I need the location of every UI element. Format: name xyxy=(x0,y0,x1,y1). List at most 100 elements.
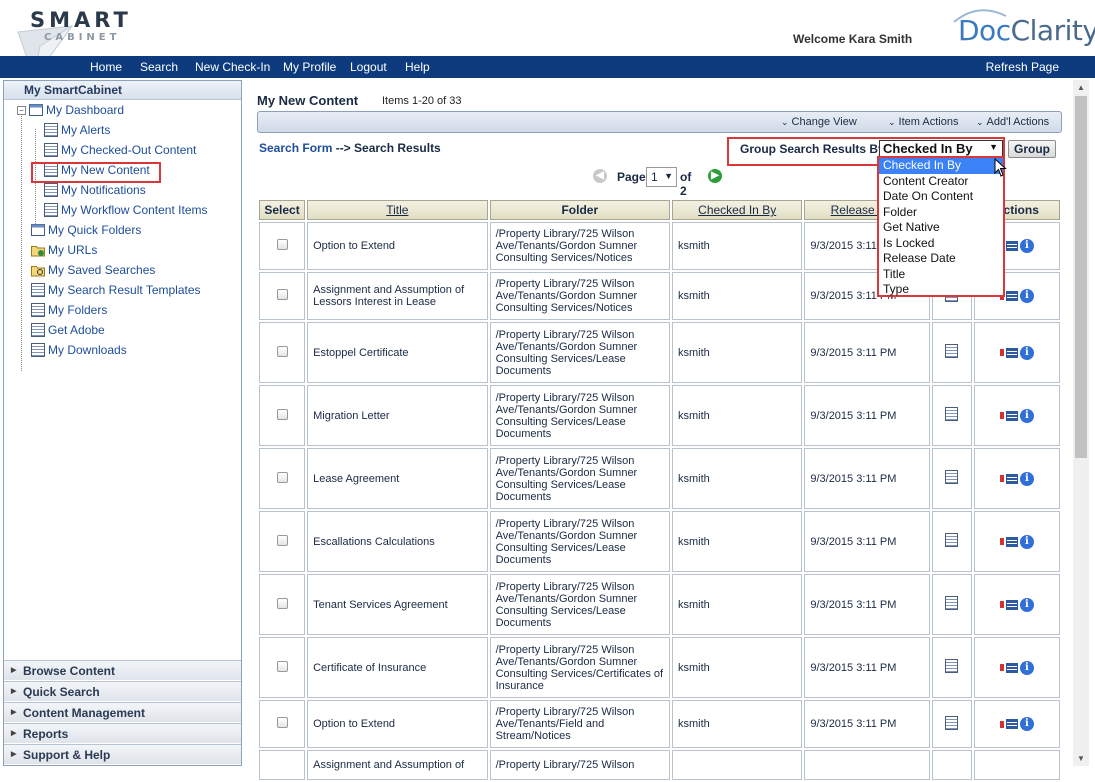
sidebar-item-my-quick-folders[interactable]: My Quick Folders xyxy=(31,221,141,239)
option-title[interactable]: Title xyxy=(879,267,1003,283)
select-checkbox[interactable] xyxy=(276,239,288,250)
select-checkbox[interactable] xyxy=(276,597,288,609)
option-date-on-content[interactable]: Date On Content xyxy=(879,189,1003,205)
scroll-up-icon[interactable]: ▲ xyxy=(1073,80,1089,95)
accordion-reports[interactable]: Reports xyxy=(4,723,241,743)
select-checkbox[interactable] xyxy=(276,289,288,300)
row-title[interactable]: Migration Letter xyxy=(307,385,488,446)
dropdown-arrow-icon: ▼ xyxy=(664,171,673,181)
sidebar-item-my-search-result-templates[interactable]: My Search Result Templates xyxy=(31,281,201,299)
list-icon[interactable] xyxy=(1005,410,1018,421)
row-folder: /Property Library/725 Wilson Ave/Tenants… xyxy=(489,272,671,320)
main-scrollbar[interactable]: ▲ ▼ xyxy=(1073,80,1089,766)
list-icon[interactable] xyxy=(1005,719,1018,729)
group-button[interactable]: Group xyxy=(1008,140,1056,158)
row-release-date: 9/3/2015 3:11 PM xyxy=(804,511,930,572)
group-by-select[interactable]: Checked In By ▼ xyxy=(879,140,1003,157)
info-icon[interactable]: i xyxy=(1019,289,1034,303)
document-icon[interactable] xyxy=(945,715,959,730)
list-icon[interactable] xyxy=(1005,662,1018,673)
row-title[interactable]: Tenant Services Agreement xyxy=(307,574,488,635)
select-checkbox[interactable] xyxy=(276,471,288,483)
column-header-title[interactable]: Title xyxy=(307,200,488,220)
select-checkbox[interactable] xyxy=(276,408,288,420)
nav-logout[interactable]: Logout xyxy=(350,60,387,74)
info-icon[interactable]: i xyxy=(1019,345,1034,360)
accordion-content-management[interactable]: Content Management xyxy=(4,702,241,722)
sidebar-item-get-adobe[interactable]: Get Adobe xyxy=(31,321,105,339)
accordion-support-help[interactable]: Support & Help xyxy=(4,744,241,764)
select-checkbox[interactable] xyxy=(276,660,288,672)
accordion-browse-content[interactable]: Browse Content xyxy=(4,660,241,680)
option-release-date[interactable]: Release Date xyxy=(879,251,1003,267)
info-icon[interactable]: i xyxy=(1019,597,1034,612)
document-icon[interactable] xyxy=(945,533,959,547)
scroll-thumb[interactable] xyxy=(1075,96,1087,458)
row-title[interactable]: Estoppel Certificate xyxy=(307,322,488,383)
document-icon[interactable] xyxy=(945,407,959,421)
document-icon[interactable] xyxy=(945,659,959,673)
sidebar-item-my-downloads[interactable]: My Downloads xyxy=(31,341,127,359)
nav-home[interactable]: Home xyxy=(90,60,122,74)
list-icon[interactable] xyxy=(1005,347,1018,358)
row-title[interactable]: Assignment and Assumption of Lessors Int… xyxy=(307,272,488,320)
sidebar-title: My SmartCabinet xyxy=(4,81,241,100)
list-icon[interactable] xyxy=(1005,473,1018,484)
row-folder: /Property Library/725 Wilson Ave/Tenants… xyxy=(489,322,671,383)
dashboard-icon xyxy=(29,104,43,116)
list-icon[interactable] xyxy=(1005,291,1018,301)
addl-actions-button[interactable]: ⌄ Add'l Actions xyxy=(976,116,1049,128)
sidebar-item-my-urls[interactable]: My URLs xyxy=(31,241,97,259)
nav-help[interactable]: Help xyxy=(405,60,430,74)
collapse-icon[interactable]: − xyxy=(17,105,26,115)
option-content-creator[interactable]: Content Creator xyxy=(879,174,1003,190)
nav-new-check-in[interactable]: New Check-In xyxy=(195,60,270,74)
refresh-page-link[interactable]: Refresh Page xyxy=(986,60,1059,74)
sidebar-item-my-checked-out-content[interactable]: My Checked-Out Content xyxy=(44,141,196,159)
change-view-button[interactable]: ⌄ Change View xyxy=(781,116,857,128)
page-select[interactable]: 1 ▼ xyxy=(646,167,677,187)
sidebar-item-my-notifications[interactable]: My Notifications xyxy=(44,181,146,199)
info-icon[interactable]: i xyxy=(1019,239,1034,253)
list-icon[interactable] xyxy=(1005,241,1018,251)
row-title[interactable]: Assignment and Assumption of xyxy=(307,750,488,780)
accordion-quick-search[interactable]: Quick Search xyxy=(4,681,241,701)
sidebar-item-my-workflow-content-items[interactable]: My Workflow Content Items xyxy=(44,201,207,219)
select-checkbox[interactable] xyxy=(276,345,288,357)
column-header-checked-in-by[interactable]: Checked In By xyxy=(672,200,803,220)
option-is-locked[interactable]: Is Locked xyxy=(879,236,1003,252)
option-get-native[interactable]: Get Native xyxy=(879,220,1003,236)
select-checkbox[interactable] xyxy=(276,717,288,728)
sidebar-item-my-folders[interactable]: My Folders xyxy=(31,301,107,319)
row-title[interactable]: Option to Extend xyxy=(307,700,488,748)
row-title[interactable]: Certificate of Insurance xyxy=(307,637,488,698)
row-title[interactable]: Option to Extend xyxy=(307,222,488,270)
document-icon[interactable] xyxy=(945,470,959,484)
option-type[interactable]: Type xyxy=(879,282,1003,298)
list-icon[interactable] xyxy=(1005,536,1018,547)
row-title[interactable]: Lease Agreement xyxy=(307,448,488,509)
option-checked-in-by[interactable]: Checked In By xyxy=(879,158,1003,174)
nav-search[interactable]: Search xyxy=(140,60,178,74)
info-icon[interactable]: i xyxy=(1019,534,1034,549)
item-actions-button[interactable]: ⌄ Item Actions xyxy=(888,116,958,128)
document-icon[interactable] xyxy=(945,596,959,610)
list-icon[interactable] xyxy=(1005,599,1018,610)
sidebar-item-my-saved-searches[interactable]: My Saved Searches xyxy=(31,261,155,279)
next-page-icon[interactable]: ▶ xyxy=(708,169,722,183)
flag-icon xyxy=(999,601,1004,608)
row-title[interactable]: Escallations Calculations xyxy=(307,511,488,572)
sidebar-item-my-alerts[interactable]: My Alerts xyxy=(44,121,110,139)
search-form-link[interactable]: Search Form xyxy=(259,141,332,155)
option-folder[interactable]: Folder xyxy=(879,205,1003,221)
document-icon[interactable] xyxy=(945,344,959,358)
scroll-down-icon[interactable]: ▼ xyxy=(1073,751,1089,766)
select-checkbox[interactable] xyxy=(276,534,288,546)
info-icon[interactable]: i xyxy=(1019,660,1034,675)
sidebar-item-my-dashboard[interactable]: − My Dashboard xyxy=(17,101,124,119)
info-icon[interactable]: i xyxy=(1019,408,1034,423)
prev-page-icon[interactable]: ◀ xyxy=(593,169,607,183)
info-icon[interactable]: i xyxy=(1019,471,1034,486)
nav-my-profile[interactable]: My Profile xyxy=(283,60,336,74)
info-icon[interactable]: i xyxy=(1019,717,1034,731)
